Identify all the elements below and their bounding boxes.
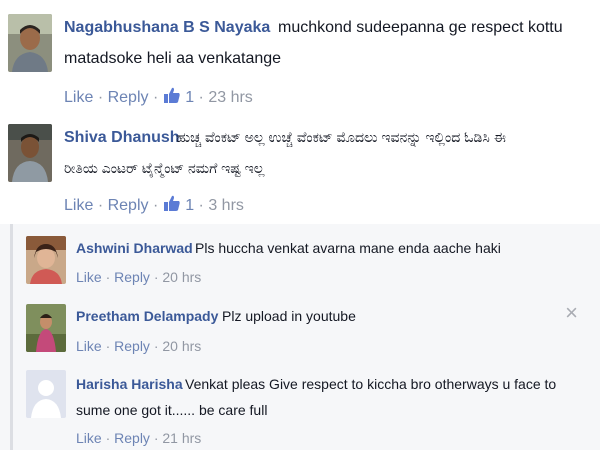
reply-text: Plz upload in youtube [222,308,356,324]
reply: Ashwini Dharwad Pls huccha venkat avarna… [0,228,600,292]
avatar-photo [8,124,52,182]
separator: · [153,338,159,354]
avatar-photo [26,236,66,284]
separator: · [198,89,204,106]
default-avatar-icon [26,370,66,418]
comment: Nagabhushana B S Nayaka muchkond sudeepa… [0,0,600,112]
separator: · [97,89,104,106]
reply-link[interactable]: Reply [108,89,149,106]
comment-actions: Like · Reply · 1 · 3 hrs [64,194,244,217]
reply-actions: Like · Reply · 21 hrs [76,430,201,446]
comment-text-continued: ರೀತಿಯ ಎಂಟರ್ ಟೈನ್ಮೆಂಟ್ ನಮಗೆ ಇಷ್ಟ ಇಲ್ಲ [64,160,265,176]
reply-text-continued: sume one got it...... be care full [76,402,268,418]
commenter-name[interactable]: Harisha Harisha [76,376,183,392]
commenter-name[interactable]: Shiva Dhanush [64,129,180,147]
like-link[interactable]: Like [76,269,102,285]
commenter-name[interactable]: Ashwini Dharwad [76,240,193,256]
separator: · [105,430,111,446]
reply-link[interactable]: Reply [114,269,150,285]
avatar-photo [8,14,52,72]
like-link[interactable]: Like [64,89,93,106]
separator: · [153,430,159,446]
reply: Preetham Delampady Plz upload in youtube… [0,298,600,362]
like-count[interactable]: 1 [185,89,194,106]
separator: · [152,89,159,106]
avatar-photo [26,304,66,352]
avatar[interactable] [26,370,66,418]
commenter-name[interactable]: Preetham Delampady [76,308,218,324]
avatar[interactable] [26,304,66,352]
comment-actions: Like · Reply · 1 · 23 hrs [64,86,253,109]
comment: Shiva Dhanush ಹುಚ್ಚ ವೆಂಕಟ್ ಅಲ್ಲ ಉಚ್ಚೆ ವೆ… [0,112,600,222]
reply-link[interactable]: Reply [114,430,150,446]
comment-text-continued: matadsoke heli aa venkatange [64,50,282,67]
close-icon[interactable]: × [565,302,578,324]
reply-text: Venkat pleas Give respect to kiccha bro … [185,376,557,392]
avatar[interactable] [8,124,52,182]
avatar[interactable] [8,14,52,72]
avatar[interactable] [26,236,66,284]
separator: · [198,197,204,214]
timestamp[interactable]: 20 hrs [162,269,201,285]
separator: · [153,269,159,285]
reply-link[interactable]: Reply [114,338,150,354]
reply-actions: Like · Reply · 20 hrs [76,338,201,354]
timestamp[interactable]: 23 hrs [208,89,252,106]
like-link[interactable]: Like [76,430,102,446]
like-count[interactable]: 1 [185,197,194,214]
timestamp[interactable]: 20 hrs [162,338,201,354]
timestamp[interactable]: 21 hrs [162,430,201,446]
commenter-name[interactable]: Nagabhushana B S Nayaka [64,19,270,37]
timestamp[interactable]: 3 hrs [208,197,244,214]
reply-link[interactable]: Reply [108,197,149,214]
separator: · [152,197,159,214]
thumbs-up-icon[interactable] [163,86,181,109]
comment-text: muchkond sudeepanna ge respect kottu [278,19,563,36]
like-link[interactable]: Like [76,338,102,354]
reply-actions: Like · Reply · 20 hrs [76,269,201,285]
separator: · [97,197,104,214]
like-link[interactable]: Like [64,197,93,214]
separator: · [105,338,111,354]
thumbs-up-icon[interactable] [163,194,181,217]
reply: Harisha Harisha Venkat pleas Give respec… [0,366,600,450]
comment-text: ಹುಚ್ಚ ವೆಂಕಟ್ ಅಲ್ಲ ಉಚ್ಚೆ ವೆಂಕಟ್ ಮೊದಲು ಇವನ… [176,129,506,145]
reply-text: Pls huccha venkat avarna mane enda aache… [195,240,501,256]
separator: · [105,269,111,285]
